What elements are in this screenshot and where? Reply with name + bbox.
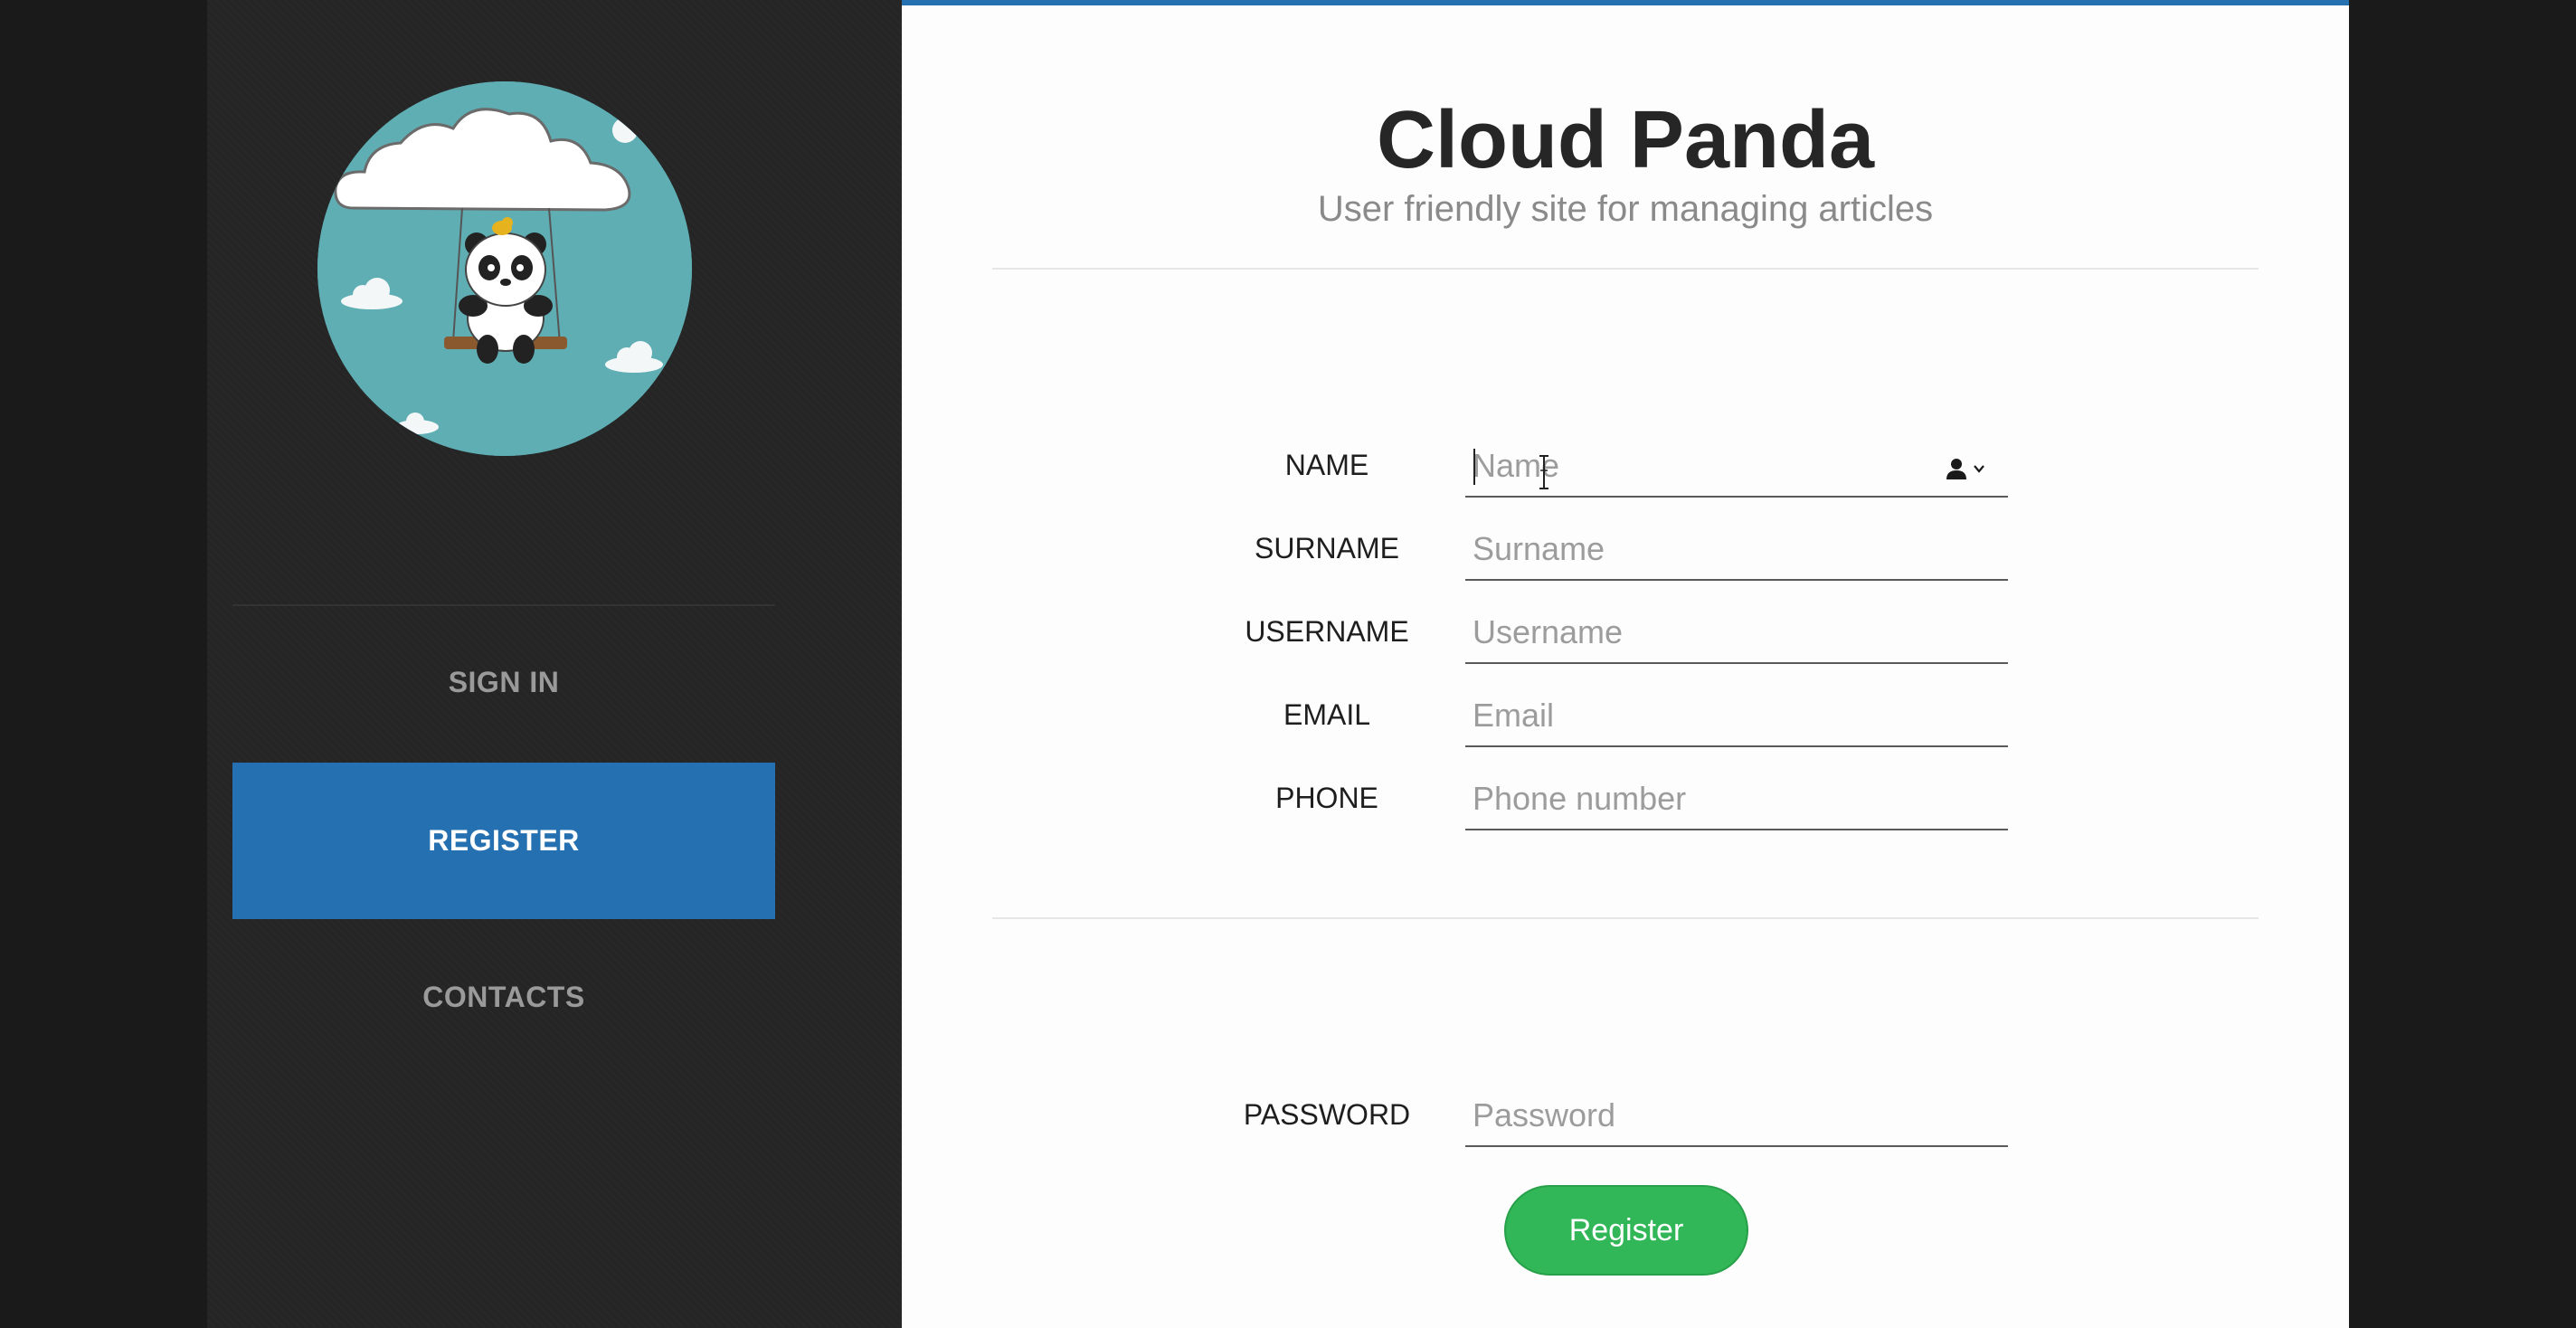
- username-input[interactable]: [1465, 602, 2008, 664]
- form-row-username: USERNAME: [902, 602, 2349, 666]
- password-input[interactable]: [1465, 1086, 2008, 1147]
- form-row-password: PASSWORD: [902, 1086, 2349, 1149]
- name-label: NAME: [1284, 449, 1369, 481]
- surname-label: SURNAME: [1254, 532, 1399, 564]
- email-input[interactable]: [1465, 686, 2008, 747]
- chevron-down-icon: [1974, 465, 1984, 473]
- page-title: Cloud Panda: [1376, 95, 1875, 185]
- main-panel: Cloud Panda User friendly site for manag…: [902, 0, 2349, 1328]
- form-divider: [992, 917, 2259, 919]
- text-cursor-icon: [1539, 455, 1548, 489]
- nav-contacts[interactable]: CONTACTS: [232, 919, 775, 1076]
- form-row-name: NAME: [902, 436, 2349, 499]
- sidebar: SIGN IN REGISTER CONTACTS: [207, 0, 902, 1328]
- form-row-phone: PHONE: [902, 769, 2349, 832]
- page: SIGN IN REGISTER CONTACTS Cloud Panda Us…: [0, 0, 2576, 1328]
- text-caret: [1473, 449, 1475, 485]
- email-label: EMAIL: [1283, 698, 1371, 731]
- nav-sign-in[interactable]: SIGN IN: [232, 604, 775, 761]
- form-row-email: EMAIL: [902, 686, 2349, 749]
- password-label: PASSWORD: [1243, 1098, 1411, 1131]
- contact-card-icon[interactable]: [1945, 454, 1995, 483]
- nav-register[interactable]: REGISTER: [232, 763, 775, 919]
- header-divider: [992, 268, 2259, 270]
- page-subtitle: User friendly site for managing articles: [1317, 189, 1934, 229]
- register-button[interactable]: Register: [1504, 1185, 1748, 1276]
- phone-input[interactable]: [1465, 769, 2008, 830]
- phone-label: PHONE: [1275, 782, 1378, 814]
- username-label: USERNAME: [1245, 615, 1409, 648]
- form-row-surname: SURNAME: [902, 519, 2349, 583]
- cloud-panda-logo: [317, 81, 692, 456]
- surname-input[interactable]: [1465, 519, 2008, 581]
